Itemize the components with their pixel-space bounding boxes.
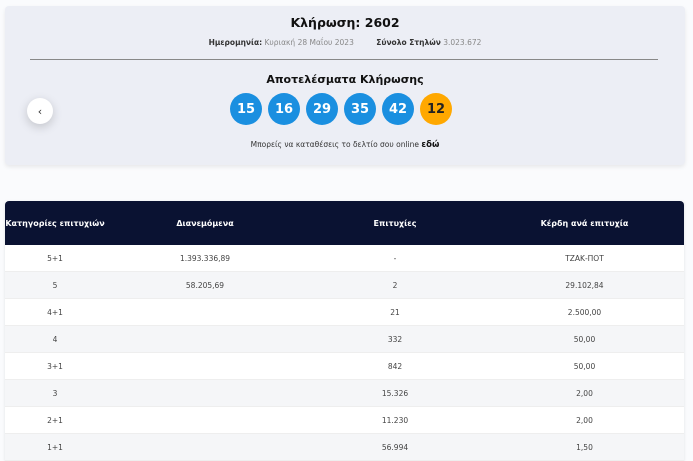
cell-category: 3 (5, 379, 105, 407)
cell-prize: 2.500,00 (485, 298, 684, 326)
cell-prize: ΤΖΑΚ-ΠΟΤ (485, 245, 684, 272)
number-ball: 42 (382, 93, 414, 125)
cell-winners: - (305, 245, 485, 272)
draw-meta: Ημερομηνία: Κυριακή 28 Μαΐου 2023 Σύνολο… (5, 38, 685, 47)
cell-winners: 2 (305, 271, 485, 299)
cell-winners: 21 (305, 298, 485, 326)
cell-winners: 332 (305, 325, 485, 353)
number-ball: 29 (306, 93, 338, 125)
cell-prize: 2,00 (485, 379, 684, 407)
cell-distributed: 58.205,69 (105, 271, 305, 299)
table-row: 1+1 56.994 1,50 (5, 433, 684, 461)
cell-distributed (105, 433, 305, 461)
cell-winners: 11.230 (305, 406, 485, 434)
header-distributed: Διανεμόμενα (105, 201, 305, 245)
cell-winners: 842 (305, 352, 485, 380)
online-text: Μπορείς να καταθέσεις το δελτίο σου onli… (250, 140, 419, 149)
cell-distributed (105, 379, 305, 407)
cell-distributed (105, 352, 305, 380)
cell-category: 5+1 (5, 245, 105, 272)
header-prize: Κέρδη ανά επιτυχία (485, 201, 684, 245)
number-ball: 35 (344, 93, 376, 125)
cell-distributed (105, 406, 305, 434)
cell-distributed (105, 298, 305, 326)
divider (30, 59, 658, 60)
cell-prize: 50,00 (485, 352, 684, 380)
header-category: Κατηγορίες επιτυχιών (5, 201, 105, 245)
table-row: 3 15.326 2,00 (5, 379, 684, 407)
cell-winners: 56.994 (305, 433, 485, 461)
date-label: Ημερομηνία: (208, 38, 263, 47)
chevron-left-icon: ‹ (37, 104, 43, 118)
cell-distributed (105, 325, 305, 353)
draw-card: Κλήρωση: 2602 Ημερομηνία: Κυριακή 28 Μαΐ… (5, 6, 685, 165)
table-row: 2+1 11.230 2,00 (5, 406, 684, 434)
cell-prize: 50,00 (485, 325, 684, 353)
cell-prize: 29.102,84 (485, 271, 684, 299)
table-row: 4+1 21 2.500,00 (5, 298, 684, 326)
table-row: 3+1 842 50,00 (5, 352, 684, 380)
date-value: Κυριακή 28 Μαΐου 2023 (264, 38, 354, 47)
cell-prize: 1,50 (485, 433, 684, 461)
table-row: 5+1 1.393.336,89- ΤΖΑΚ-ΠΟΤ (5, 245, 684, 272)
header-winners: Επιτυχίες (305, 201, 485, 245)
cell-prize: 2,00 (485, 406, 684, 434)
draw-title: Κλήρωση: 2602 (290, 15, 400, 30)
online-note: Μπορείς να καταθέσεις το δελτίο σου onli… (5, 140, 685, 150)
columns-value: 3.023.672 (443, 38, 482, 47)
cell-category: 4 (5, 325, 105, 353)
prize-table: Κατηγορίες επιτυχιών Διανεμόμενα Επιτυχί… (5, 201, 684, 461)
results-title: Αποτελέσματα Κλήρωσης (266, 73, 424, 86)
cell-winners: 15.326 (305, 379, 485, 407)
cell-category: 5 (5, 271, 105, 299)
columns-label: Σύνολο Στηλών (376, 38, 441, 47)
cell-category: 2+1 (5, 406, 105, 434)
previous-draw-button[interactable]: ‹ (27, 98, 53, 124)
cell-category: 1+1 (5, 433, 105, 461)
number-ball: 16 (268, 93, 300, 125)
cell-category: 3+1 (5, 352, 105, 380)
cell-category: 4+1 (5, 298, 105, 326)
table-row: 4 332 50,00 (5, 325, 684, 353)
cell-distributed: 1.393.336,89 (105, 245, 305, 272)
table-row: 5 58.205,69 2 29.102,84 (5, 271, 684, 299)
online-link[interactable]: εδώ (421, 140, 439, 150)
number-ball: 15 (230, 93, 262, 125)
bonus-ball: 12 (420, 93, 452, 125)
winning-numbers: 15 16 29 35 42 12 (230, 93, 452, 125)
